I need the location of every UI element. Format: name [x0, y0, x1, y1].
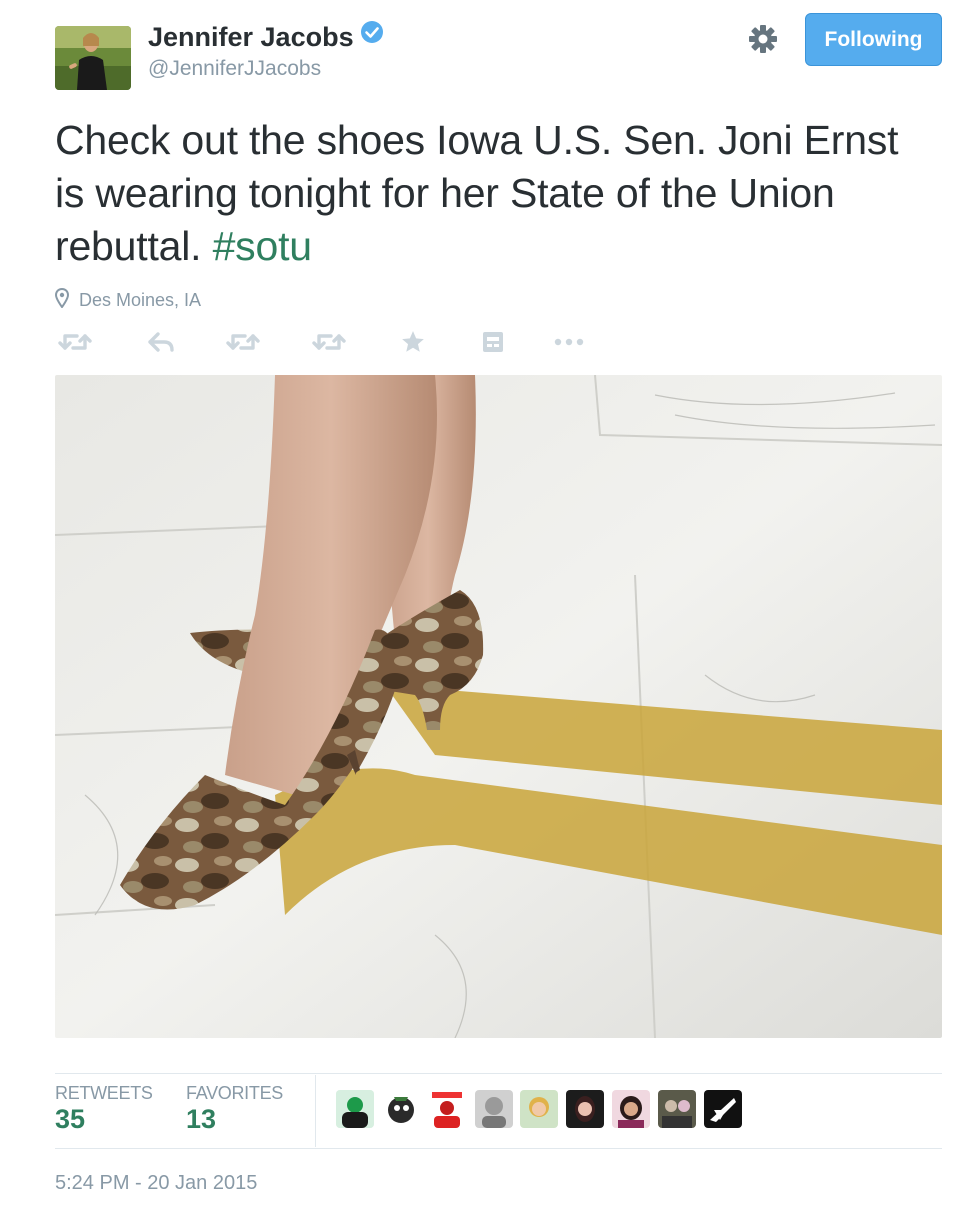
stats-top-divider [55, 1073, 942, 1074]
tweet-location[interactable]: Des Moines, IA [54, 287, 201, 313]
tweet-text: Check out the shoes Iowa U.S. Sen. Joni … [55, 114, 935, 273]
favoriter-avatar[interactable] [704, 1090, 742, 1128]
favorites-label: FAVORITES [186, 1083, 283, 1103]
favoriter-avatar[interactable] [336, 1090, 374, 1128]
favorites-stat[interactable]: FAVORITES 13 [186, 1083, 283, 1135]
retweets-stat[interactable]: RETWEETS 35 [55, 1083, 153, 1135]
tweet-timestamp[interactable]: 5:24 PM - 20 Jan 2015 [55, 1172, 257, 1195]
retweet-icon[interactable] [55, 322, 95, 362]
favoriter-avatar[interactable] [520, 1090, 558, 1128]
favoriter-avatar[interactable] [428, 1090, 466, 1128]
favorites-count[interactable]: 13 [186, 1104, 283, 1135]
favoriter-avatar[interactable] [658, 1090, 696, 1128]
location-text[interactable]: Des Moines, IA [79, 290, 201, 311]
author-name[interactable]: Jennifer Jacobs [148, 20, 384, 53]
stats-bottom-divider [55, 1148, 942, 1149]
favoriter-avatar[interactable] [382, 1090, 420, 1128]
author-name-text[interactable]: Jennifer Jacobs [148, 22, 354, 52]
retweets-count[interactable]: 35 [55, 1104, 153, 1135]
author-handle[interactable]: @JenniferJJacobs [148, 57, 321, 81]
retweet-icon[interactable] [223, 322, 263, 362]
favoriter-avatar[interactable] [475, 1090, 513, 1128]
tweet-action-bar [55, 322, 615, 362]
retweet-icon[interactable] [309, 322, 349, 362]
location-pin-icon [54, 287, 70, 313]
more-icon[interactable] [549, 322, 589, 362]
gear-icon[interactable] [744, 20, 782, 58]
favorite-star-icon[interactable] [393, 322, 433, 362]
following-button[interactable]: Following [805, 13, 942, 66]
favoriter-avatar[interactable] [566, 1090, 604, 1128]
author-avatar[interactable] [55, 26, 131, 90]
embed-icon[interactable] [473, 322, 513, 362]
verified-badge-icon [360, 20, 384, 51]
tweet-photo[interactable] [55, 375, 942, 1038]
reply-icon[interactable] [141, 322, 181, 362]
stats-vertical-divider [315, 1075, 316, 1147]
tweet-body: Check out the shoes Iowa U.S. Sen. Joni … [55, 117, 899, 269]
retweets-label: RETWEETS [55, 1083, 153, 1103]
favoriter-avatar[interactable] [612, 1090, 650, 1128]
hashtag-link[interactable]: #sotu [213, 223, 313, 269]
